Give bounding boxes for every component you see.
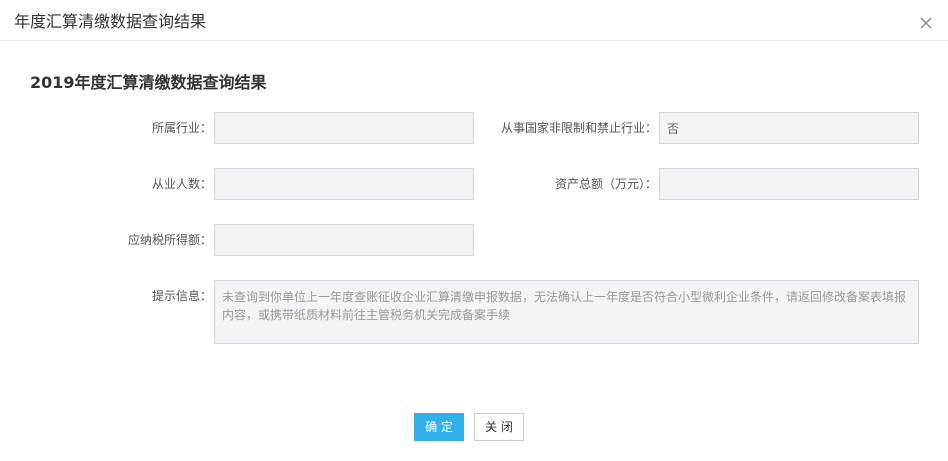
close-button[interactable]: 关 闭 [474,413,524,441]
industry-field [214,112,474,144]
total-assets-label: 资产总额（万元）： [554,177,657,191]
industry-label: 所属行业： [151,121,212,135]
notice-textarea: 未查询到你单位上一年度查账征收企业汇算清缴申报数据，无法确认上一年度是否符合小型… [214,280,919,344]
confirm-button[interactable]: 确 定 [414,413,464,441]
notice-label: 提示信息： [151,289,212,303]
taxable-income-field [214,224,474,256]
non-restricted-industry-field [659,112,919,144]
close-icon-glyph [920,17,932,29]
close-icon[interactable] [918,15,934,31]
employees-label: 从业人数： [151,177,212,191]
taxable-income-label: 应纳税所得额： [127,233,212,247]
employees-field [214,168,474,200]
dialog-header: 年度汇算清缴数据查询结果 [0,0,948,41]
total-assets-field [659,168,919,200]
page-title: 2019年度汇算清缴数据查询结果 [30,73,267,92]
query-result-dialog: 年度汇算清缴数据查询结果 2019年度汇算清缴数据查询结果 所属行业： 从事国家… [0,0,948,461]
dialog-title: 年度汇算清缴数据查询结果 [14,12,207,31]
non-restricted-industry-label: 从事国家非限制和禁止行业： [500,121,657,135]
